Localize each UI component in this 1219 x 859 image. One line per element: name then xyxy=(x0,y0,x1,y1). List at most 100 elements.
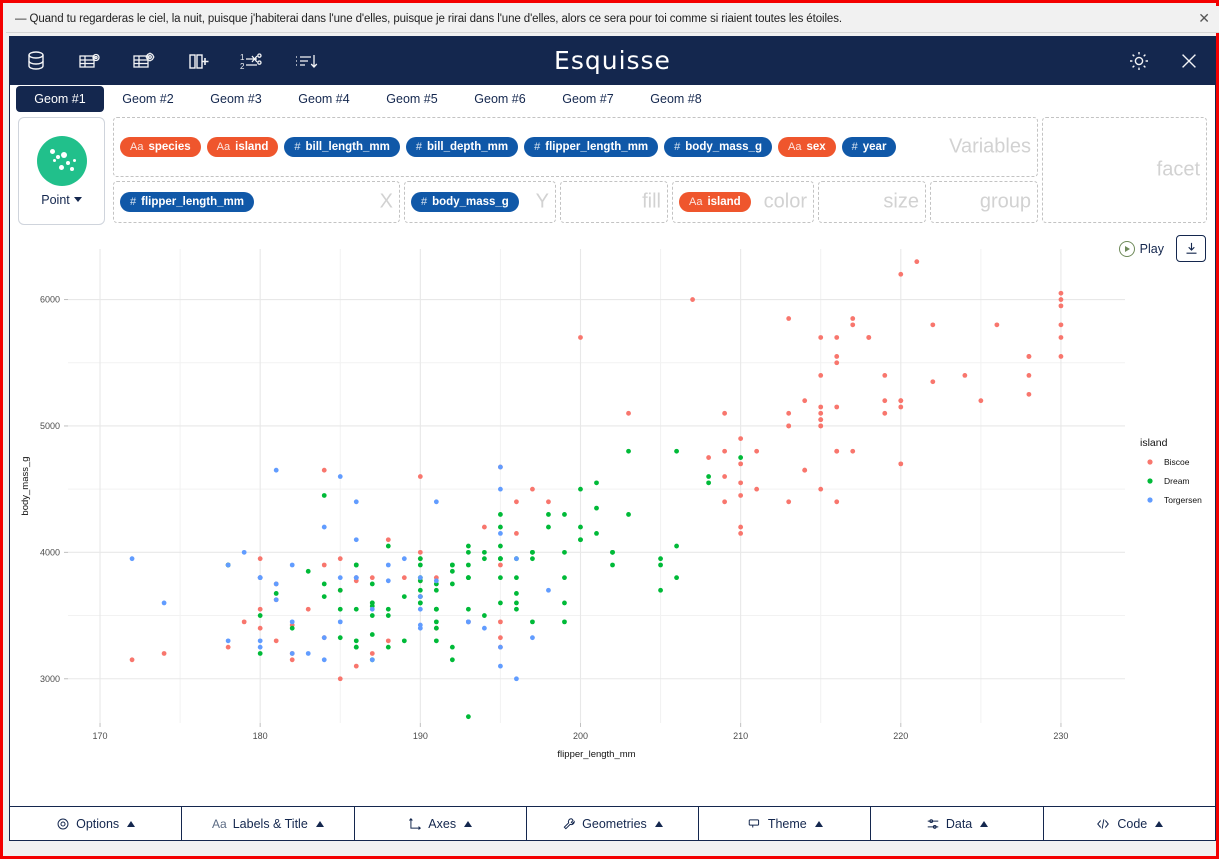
close-icon[interactable] xyxy=(1177,49,1201,73)
pill-label: island xyxy=(707,196,741,208)
database-icon[interactable] xyxy=(23,48,49,74)
geometries-button[interactable]: Geometries xyxy=(527,807,700,840)
tab-geom-3[interactable]: Geom #3 xyxy=(192,86,280,112)
header-icon-group: 1 2 xyxy=(10,48,319,74)
scatter-plot: 170 180 190 200 210 220 230 3000 4000 5000 6000 fli… xyxy=(20,249,1202,760)
dropzone-group-label: group xyxy=(979,190,1031,213)
tab-geom-5[interactable]: Geom #5 xyxy=(368,86,456,112)
chevron-up-icon xyxy=(464,820,473,827)
gear-icon[interactable] xyxy=(1127,49,1151,73)
svg-text:body_mass_g: body_mass_g xyxy=(20,456,31,515)
table-select-icon[interactable] xyxy=(77,48,103,74)
pill-body-mass-g[interactable]: # body_mass_g xyxy=(664,137,772,157)
data-button[interactable]: Data xyxy=(871,807,1044,840)
pill-type-tag: Aa xyxy=(787,141,802,153)
pill-label: flipper_length_mm xyxy=(545,141,649,153)
pill-color-island[interactable]: Aa island xyxy=(679,192,751,212)
pill-type-tag: # xyxy=(851,141,858,153)
pill-year[interactable]: # year xyxy=(841,137,897,157)
axes-icon xyxy=(408,817,422,831)
tab-geom-1[interactable]: Geom #1 xyxy=(16,86,104,112)
geom-selector[interactable]: Point xyxy=(18,117,105,225)
svg-text:4000: 4000 xyxy=(40,547,60,557)
options-button[interactable]: Options xyxy=(10,807,183,840)
pill-type-tag: # xyxy=(674,141,681,153)
chevron-up-icon xyxy=(980,820,989,827)
dropzone-color-label: color xyxy=(763,190,807,213)
options-label: Options xyxy=(76,816,120,831)
axes-button[interactable]: Axes xyxy=(355,807,527,840)
pill-label: body_mass_g xyxy=(685,141,762,153)
palette-icon xyxy=(747,817,762,831)
pill-label: flipper_length_mm xyxy=(141,196,245,208)
chevron-up-icon xyxy=(315,820,324,827)
pill-label: bill_depth_mm xyxy=(426,141,509,153)
pill-bill-depth-mm[interactable]: # bill_depth_mm xyxy=(405,137,519,157)
pill-sex[interactable]: Aa sex xyxy=(777,137,836,157)
dropzone-group[interactable]: group xyxy=(930,181,1038,223)
columns-add-icon[interactable] xyxy=(185,48,211,74)
cut-rows-icon[interactable]: 1 2 xyxy=(239,48,265,74)
dropzone-color[interactable]: Aa island color xyxy=(672,181,814,223)
play-button[interactable]: Play xyxy=(1115,239,1168,259)
sort-icon[interactable] xyxy=(293,48,319,74)
chevron-up-icon xyxy=(1155,820,1164,827)
header-actions xyxy=(1127,36,1201,85)
pill-type-tag: Aa xyxy=(130,141,144,153)
tab-geom-6[interactable]: Geom #6 xyxy=(456,86,544,112)
svg-text:Torgersen: Torgersen xyxy=(1164,495,1202,505)
plot-toolbar: Play xyxy=(1115,235,1206,262)
pill-label: species xyxy=(148,141,191,153)
pill-bill-length-mm[interactable]: # bill_length_mm xyxy=(284,137,400,157)
tab-geom-2[interactable]: Geom #2 xyxy=(104,86,192,112)
chevron-up-icon xyxy=(127,820,136,827)
svg-text:1: 1 xyxy=(240,53,245,62)
dropzone-x[interactable]: # flipper_length_mm X xyxy=(113,181,400,223)
pill-label: sex xyxy=(806,141,826,153)
notification-text: — Quand tu regarderas le ciel, la nuit, … xyxy=(15,13,842,25)
svg-text:5000: 5000 xyxy=(40,421,60,431)
tab-geom-7[interactable]: Geom #7 xyxy=(544,86,632,112)
geom-selector-label: Point xyxy=(41,193,82,207)
labels-title-button[interactable]: Aa Labels & Title xyxy=(182,807,355,840)
dropzone-size-label: size xyxy=(883,190,919,213)
close-icon[interactable]: ✕ xyxy=(1198,9,1210,27)
svg-text:220: 220 xyxy=(893,731,908,741)
pill-flipper-length-mm[interactable]: # flipper_length_mm xyxy=(524,137,659,157)
svg-text:190: 190 xyxy=(413,731,428,741)
dropzone-variables-label: Variables xyxy=(949,135,1031,158)
tab-geom-4[interactable]: Geom #4 xyxy=(280,86,368,112)
pill-label: island xyxy=(235,141,269,153)
chevron-down-icon xyxy=(73,196,82,202)
download-button[interactable] xyxy=(1176,235,1206,262)
pill-type-tag: # xyxy=(415,141,422,153)
svg-text:230: 230 xyxy=(1053,731,1068,741)
dropzone-variables[interactable]: Aa species Aa island # bill_length_mm # bill… xyxy=(113,117,1038,177)
data-label: Data xyxy=(945,816,973,831)
bottom-toolbar: Options Aa Labels & Title Axes Geometrie… xyxy=(10,806,1215,840)
pill-island[interactable]: Aa island xyxy=(206,137,279,157)
dropzone-size[interactable]: size xyxy=(818,181,926,223)
table-filter-icon[interactable] xyxy=(131,48,157,74)
chevron-up-icon xyxy=(654,820,663,827)
play-label: Play xyxy=(1139,241,1164,256)
pill-species[interactable]: Aa species xyxy=(120,137,201,157)
plot-area: Play 170 180 190 200 210 220 230 3000 4000 5000 60… xyxy=(10,231,1215,779)
dropzone-facet-label: facet xyxy=(1156,158,1200,181)
labels-title-label: Labels & Title xyxy=(232,816,308,831)
geometries-label: Geometries xyxy=(582,816,647,831)
code-button[interactable]: Code xyxy=(1044,807,1215,840)
dropzone-fill[interactable]: fill xyxy=(560,181,668,223)
pill-type-tag: # xyxy=(294,141,301,153)
theme-button[interactable]: Theme xyxy=(699,807,872,840)
point-geom-icon xyxy=(36,135,87,186)
svg-text:flipper_length_mm: flipper_length_mm xyxy=(557,749,635,760)
dropzone-y[interactable]: # body_mass_g Y xyxy=(404,181,556,223)
tab-geom-8[interactable]: Geom #8 xyxy=(632,86,720,112)
svg-text:170: 170 xyxy=(93,731,108,741)
svg-text:3000: 3000 xyxy=(40,674,60,684)
dropzone-x-label: X xyxy=(379,190,393,213)
pill-x-flipper-length-mm[interactable]: # flipper_length_mm xyxy=(120,192,255,212)
dropzone-facet[interactable]: facet xyxy=(1042,117,1207,223)
pill-y-body-mass-g[interactable]: # body_mass_g xyxy=(411,192,519,212)
